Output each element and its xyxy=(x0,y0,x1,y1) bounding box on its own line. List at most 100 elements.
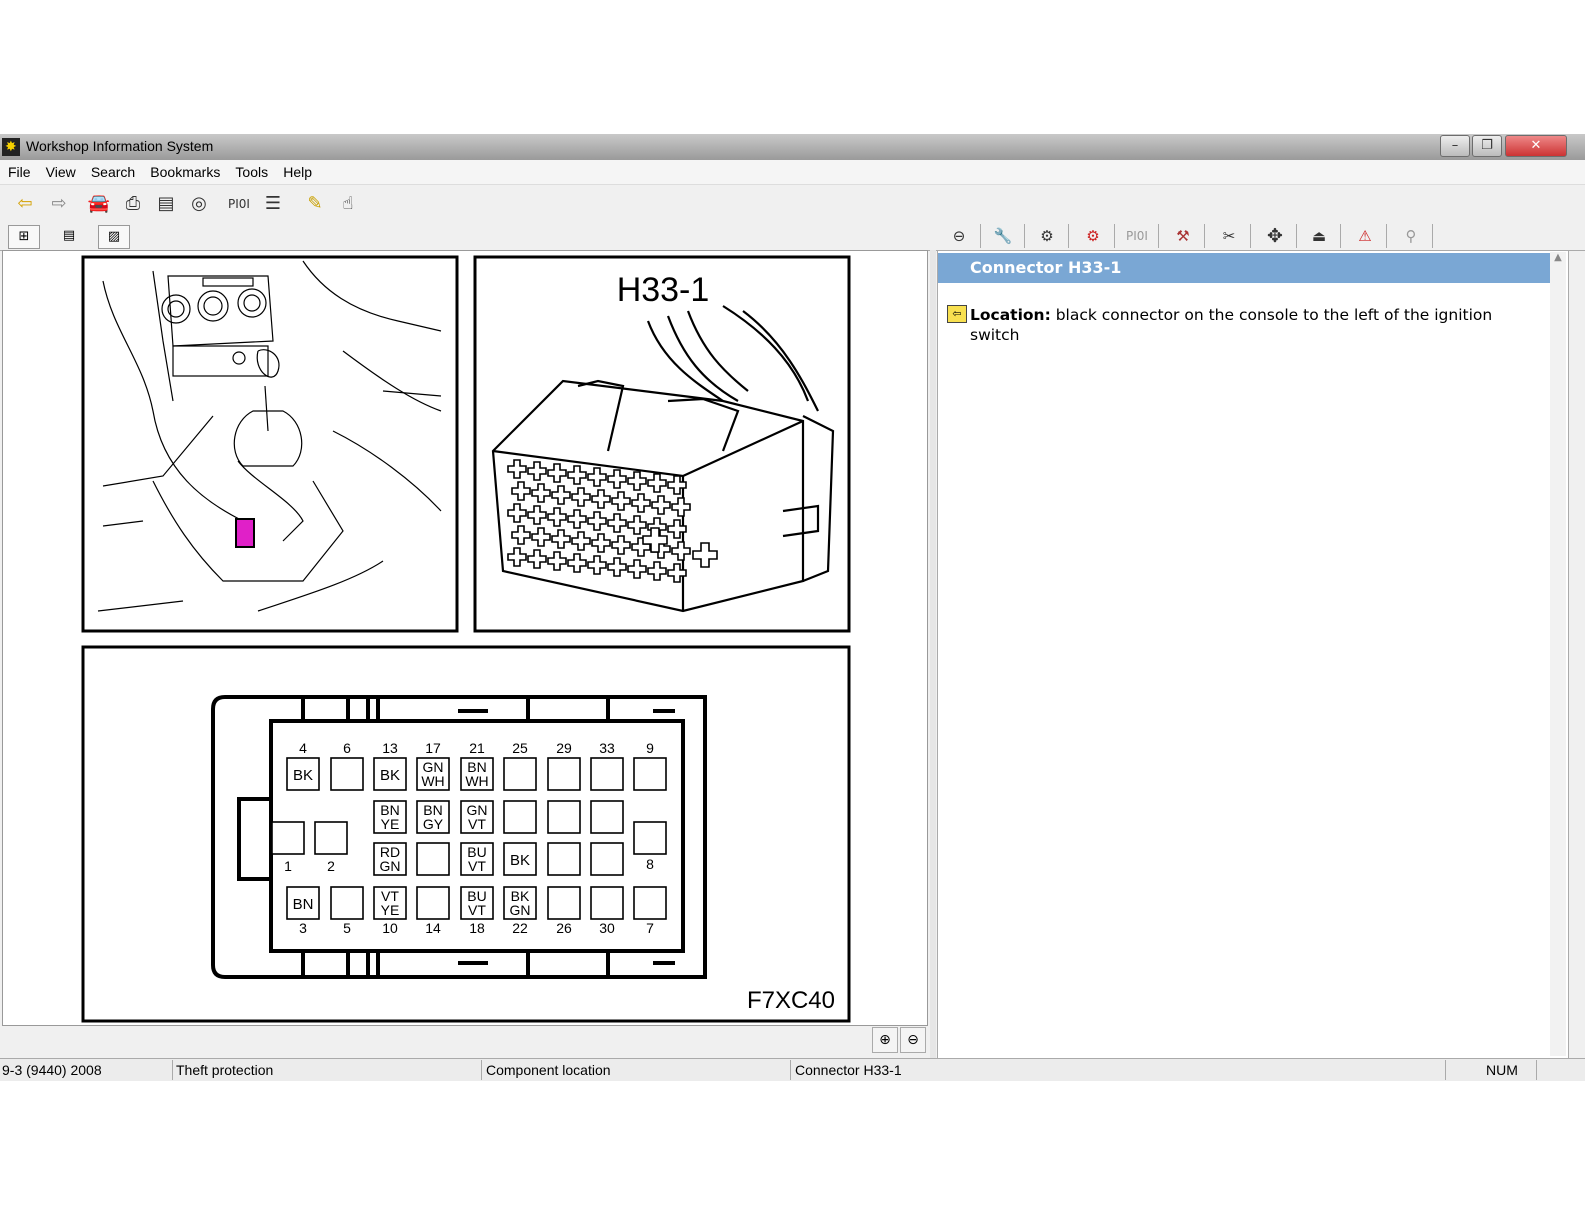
pin-row4-2: VTYE xyxy=(373,886,407,920)
knife-icon[interactable]: ⚒ xyxy=(1162,224,1205,248)
pin-1 xyxy=(271,821,305,855)
pin-row1-8 xyxy=(633,757,667,791)
back-arrow-icon[interactable]: ⇦ xyxy=(12,191,38,217)
document-export-icon[interactable]: ▤ xyxy=(153,191,179,217)
pin-wire-color: WH xyxy=(421,773,444,789)
tool-icon[interactable]: ⚲ xyxy=(1390,224,1433,248)
pin-box xyxy=(330,757,364,791)
gears-icon[interactable]: ⚙ xyxy=(1026,224,1069,248)
menu-view[interactable]: View xyxy=(46,160,76,184)
pin-row2-3 xyxy=(503,800,537,834)
menu-bookmarks[interactable]: Bookmarks xyxy=(150,160,220,184)
pin-box xyxy=(590,757,624,791)
pin-8 xyxy=(633,821,667,855)
tools-icon[interactable]: ✂ xyxy=(1208,224,1251,248)
printer-icon[interactable]: ⎙ xyxy=(120,191,146,217)
pin-number: 10 xyxy=(382,920,398,936)
location-label: Location: xyxy=(970,306,1051,324)
pin-box xyxy=(547,757,581,791)
move-icon[interactable]: ✥ xyxy=(1254,224,1297,248)
pin-wire-color: WH xyxy=(465,773,488,789)
pin-row2-0: BNYE xyxy=(373,800,407,834)
pin-wire-color: VT xyxy=(468,816,486,832)
pin-number: 21 xyxy=(469,740,485,756)
document-view-tab[interactable]: ▤ xyxy=(54,225,84,247)
pin-box xyxy=(547,842,581,876)
pin-box xyxy=(547,800,581,834)
connector-panel xyxy=(473,255,851,633)
zoom-in-button[interactable]: ⊕ xyxy=(872,1027,898,1053)
pin-number: 33 xyxy=(599,740,615,756)
pin-number: 25 xyxy=(512,740,528,756)
pin-row3-3: BK xyxy=(503,842,537,876)
app-star-icon: ✸ xyxy=(2,138,20,156)
status-num: NUM xyxy=(1484,1060,1537,1080)
menu-help[interactable]: Help xyxy=(283,160,312,184)
location-panel xyxy=(81,255,459,633)
pencil-icon[interactable]: ✎ xyxy=(302,191,328,217)
pin-box xyxy=(416,842,450,876)
pin-row3-2: BUVT xyxy=(460,842,494,876)
wrench-icon[interactable]: 🔧 xyxy=(982,224,1025,248)
pane-splitter[interactable] xyxy=(930,250,936,1058)
pin-row4-7 xyxy=(590,886,624,920)
pointer-icon[interactable]: ☝ xyxy=(335,191,361,217)
binoculars-icon[interactable]: ◎ xyxy=(186,191,212,217)
engine-icon[interactable]: ⚙ xyxy=(1072,224,1115,248)
forward-arrow-icon[interactable]: ⇨ xyxy=(46,191,72,217)
image-view-tab[interactable]: ▨ xyxy=(98,225,130,249)
pin-number: 5 xyxy=(343,920,351,936)
alert-icon[interactable]: ⚠ xyxy=(1344,224,1387,248)
pin-box xyxy=(633,886,667,920)
pin-row2-1: BNGY xyxy=(416,800,450,834)
car-icon[interactable]: 🚘 xyxy=(86,191,112,217)
maximize-button[interactable]: ❐ xyxy=(1472,135,1502,157)
diagram-pane: H33-1 4 6 13 17 21 25 29 33 9 3 5 10 14 … xyxy=(2,250,928,1026)
connector-diagram: H33-1 4 6 13 17 21 25 29 33 93 5 10 14 1… xyxy=(81,255,851,1023)
pin-box xyxy=(416,886,450,920)
pin-2 xyxy=(314,821,348,855)
menu-file[interactable]: File xyxy=(8,160,31,184)
pin-row3-4 xyxy=(547,842,581,876)
pin-row2-2: GNVT xyxy=(460,800,494,834)
pin-wire-color: YE xyxy=(381,902,400,918)
connector-title: H33-1 xyxy=(617,271,710,309)
application-window: ✸ Workshop Information System – ❐ ✕ File… xyxy=(0,134,1585,1081)
steering-icon[interactable]: ⊖ xyxy=(938,224,981,248)
pi-icon[interactable]: PI0I xyxy=(226,191,252,217)
figure-code: F7XC40 xyxy=(747,987,835,1014)
pin-row2-5 xyxy=(590,800,624,834)
pin-number: 17 xyxy=(425,740,441,756)
main-toolbar: ⇦ ⇨ 🚘 ⎙ ▤ ◎ PI0I ☰ ✎ ☝ xyxy=(0,185,1585,223)
pin-box xyxy=(271,821,305,855)
close-button[interactable]: ✕ xyxy=(1505,135,1567,157)
status-model: 9-3 (9440) 2008 xyxy=(0,1060,173,1080)
pin-row4-3 xyxy=(416,886,450,920)
pin-row3-0: RDGN xyxy=(373,842,407,876)
pi-icon[interactable]: PI0I xyxy=(1116,224,1159,248)
zoom-out-button[interactable]: ⊖ xyxy=(900,1027,926,1053)
pin-row1-3: GNWH xyxy=(416,757,450,791)
tree-icon[interactable]: ⏏ xyxy=(1298,224,1341,248)
back-link-icon[interactable]: ⇦ xyxy=(947,305,967,323)
pin-box xyxy=(633,821,667,855)
pin-box xyxy=(547,886,581,920)
pin-row4-4: BUVT xyxy=(460,886,494,920)
pin-box xyxy=(314,821,348,855)
pin-row1-2: BK xyxy=(373,757,407,791)
pin-wire-color: GN xyxy=(380,858,401,874)
pin-row1-6 xyxy=(547,757,581,791)
pin-number: 2 xyxy=(327,858,335,874)
menu-bar: File View Search Bookmarks Tools Help xyxy=(0,160,1585,185)
menu-tools[interactable]: Tools xyxy=(235,160,268,184)
pin-box xyxy=(633,757,667,791)
pin-row3-5 xyxy=(590,842,624,876)
minimize-button[interactable]: – xyxy=(1440,135,1470,157)
pin-number: 30 xyxy=(599,920,615,936)
pin-box xyxy=(590,842,624,876)
pin-wire-color: BN xyxy=(293,896,314,913)
menu-search[interactable]: Search xyxy=(91,160,135,184)
detail-scrollbar[interactable]: ▲ xyxy=(1550,252,1566,1056)
speech-icon[interactable]: ☰ xyxy=(260,191,286,217)
tree-view-tab[interactable]: ⊞ xyxy=(8,225,40,249)
